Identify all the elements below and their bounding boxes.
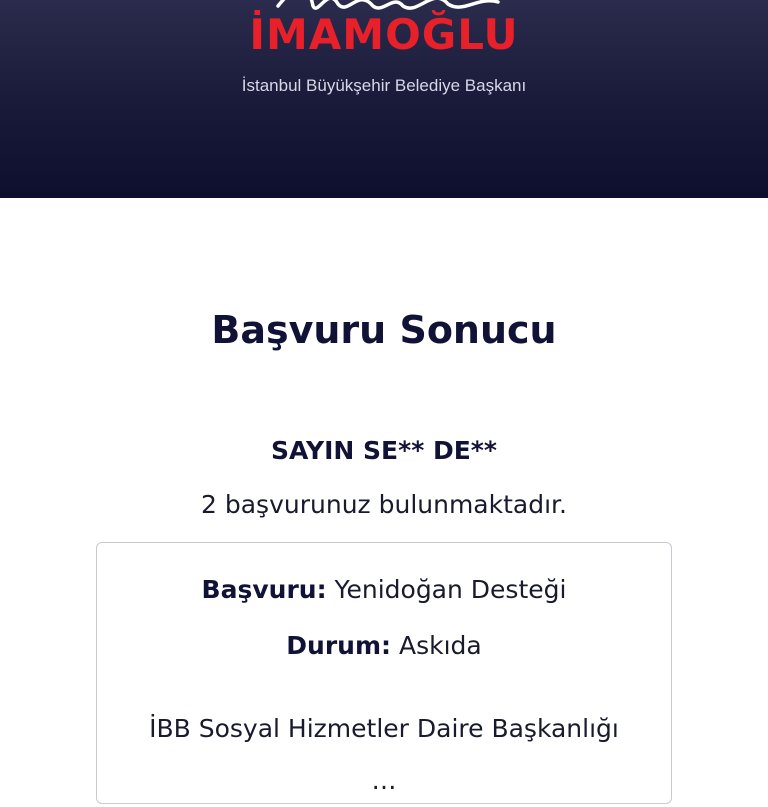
status-note: İBB Sosyal Hizmetler Daire Başkanlığı … [149, 714, 619, 795]
application-label: Başvuru: [201, 575, 327, 604]
status-label: Durum: [286, 631, 392, 660]
greeting-text: SAYIN SE** DE** [271, 436, 497, 465]
status-value: Askıda [398, 631, 482, 660]
application-count-text: 2 başvurunuz bulunmaktadır. [201, 490, 567, 519]
brand-subtitle: İstanbul Büyükşehir Belediye Başkanı [241, 76, 527, 95]
application-row: Başvuru: Yenidoğan Desteği [97, 575, 671, 604]
header-banner: İMAMOĞLU İstanbul Büyükşehir Belediye Ba… [0, 0, 768, 198]
brand-name: İMAMOĞLU [249, 10, 519, 59]
status-row: Durum: Askıda [97, 631, 671, 660]
application-value: Yenidoğan Desteği [334, 575, 567, 604]
application-card: Başvuru: Yenidoğan Desteği Durum: Askıda… [96, 542, 672, 804]
page-title: Başvuru Sonucu [211, 308, 557, 352]
main-content: Başvuru Sonucu SAYIN SE** DE** 2 başvuru… [0, 198, 768, 804]
